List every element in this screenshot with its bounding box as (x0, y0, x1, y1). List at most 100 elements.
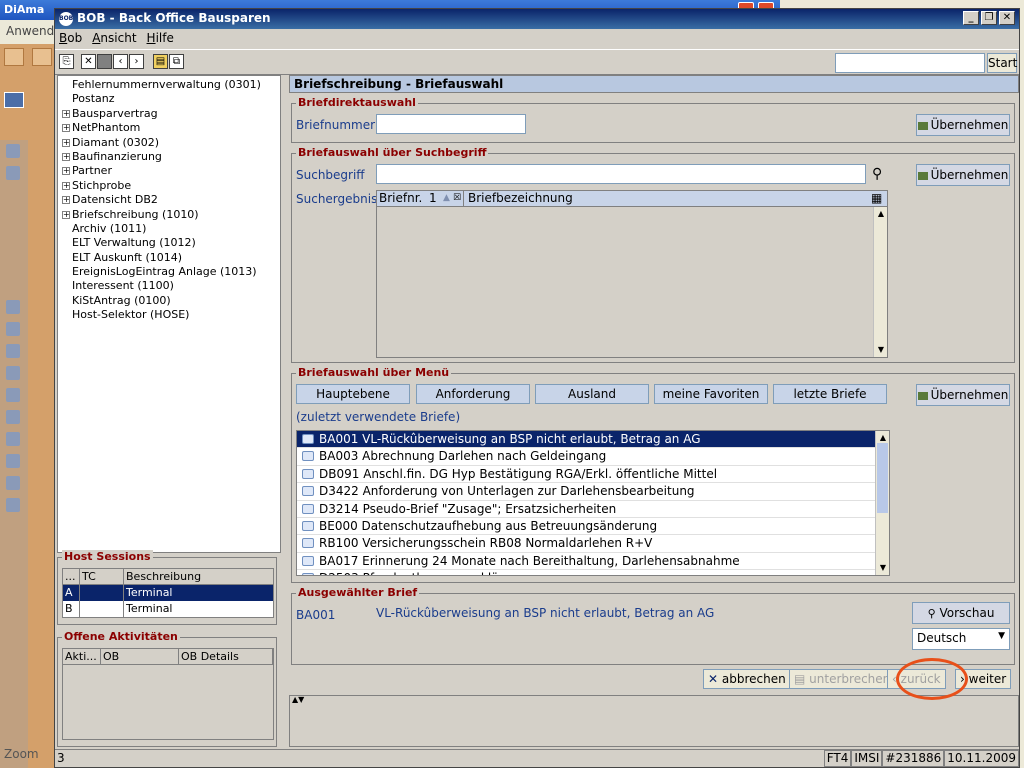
minimize-icon[interactable]: _ (963, 11, 979, 25)
column-header[interactable]: ... (63, 569, 79, 584)
column-header[interactable]: Briefbezeichnung (463, 191, 871, 206)
restore-icon[interactable]: ❐ (981, 11, 997, 25)
tab-favoriten[interactable]: meine Favoriten (654, 384, 768, 404)
back-icon[interactable]: ‹ (113, 54, 128, 69)
menu-hilfe[interactable]: Hilfe (147, 31, 174, 47)
bg-tool-icon[interactable] (6, 388, 20, 402)
expand-icon[interactable]: + (62, 210, 70, 219)
bg-user-icon[interactable] (32, 48, 52, 66)
tab-hauptebene[interactable]: Hauptebene (296, 384, 410, 404)
vorschau-button[interactable]: ⚲ Vorschau (912, 602, 1010, 624)
expand-icon[interactable]: + (62, 152, 70, 161)
unterbrechen-button[interactable]: ▤ unterbrechen (789, 669, 896, 689)
tree-item[interactable]: + Diamant (0302) (62, 136, 276, 150)
bg-tool-icon[interactable] (6, 476, 20, 490)
tree-item[interactable]: Interessent (1100) (62, 279, 276, 293)
uebernehmen-button[interactable]: Übernehmen (916, 384, 1010, 406)
list-item[interactable]: D3214 Pseudo-Brief "Zusage"; Ersatzsiche… (297, 501, 889, 518)
expand-icon[interactable]: + (62, 167, 70, 176)
bg-tool-icon[interactable] (6, 498, 20, 512)
bg-tool-icon[interactable] (6, 454, 20, 468)
bg-tool-icon[interactable] (6, 410, 20, 424)
tree-item[interactable]: + Briefschreibung (1010) (62, 208, 276, 222)
bg-tool-icon[interactable] (6, 322, 20, 336)
list-item[interactable]: D2503 Pfandentlassungserklärung ... (297, 570, 889, 575)
list-item[interactable]: DB091 Anschl.fin. DG Hyp Bestätigung RGA… (297, 466, 889, 484)
bg-window-icon[interactable] (4, 92, 24, 108)
toolbar-search-input[interactable] (835, 53, 985, 73)
notes-icon[interactable]: ▤ (153, 54, 168, 69)
sort-up-icon[interactable]: ▲ (443, 191, 453, 206)
column-header[interactable]: Akti... (63, 649, 101, 664)
tree-item[interactable]: + Bausparvertrag (62, 107, 276, 121)
scroll-up-icon[interactable]: ▲ (878, 433, 888, 443)
tree-item[interactable]: EreignisLogEintrag Anlage (1013) (62, 265, 276, 279)
scroll-down-icon[interactable]: ▼ (876, 345, 886, 355)
language-select[interactable]: Deutsch ▼ (912, 628, 1010, 650)
tree-item[interactable]: + NetPhantom (62, 121, 276, 135)
column-header[interactable]: OB (101, 649, 179, 664)
bg-tool-icon[interactable] (6, 344, 20, 358)
table-row[interactable]: B Terminal (63, 601, 273, 617)
uebernehmen-button[interactable]: Übernehmen (916, 114, 1010, 136)
close-icon[interactable]: ✕ (999, 11, 1015, 25)
scroll-thumb[interactable] (877, 443, 888, 513)
cancel-icon[interactable]: ✕ (81, 54, 96, 69)
scrollbar[interactable]: ▲ ▼ (873, 207, 887, 357)
list-item[interactable]: D3422 Anforderung von Unterlagen zur Dar… (297, 483, 889, 501)
suchbegriff-input[interactable] (376, 164, 866, 184)
tree-item[interactable]: + Partner (62, 164, 276, 178)
menu-ansicht[interactable]: Ansicht (92, 31, 136, 47)
bg-tool-icon[interactable] (6, 166, 20, 180)
list-item[interactable]: BA017 Erinnerung 24 Monate nach Bereitha… (297, 553, 889, 571)
tree-item[interactable]: + Baufinanzierung (62, 150, 276, 164)
bg-tool-icon[interactable] (6, 366, 20, 380)
bg-tool-icon[interactable] (6, 432, 20, 446)
background-menu[interactable]: Anwendu (0, 20, 62, 44)
scroll-up-icon[interactable]: ▲ (876, 209, 886, 219)
column-header[interactable]: OB Details (179, 649, 273, 664)
expand-icon[interactable]: + (62, 181, 70, 190)
tree-item[interactable]: Archiv (1011) (62, 222, 276, 236)
tree-item[interactable]: + Stichprobe (62, 179, 276, 193)
table-row[interactable]: A Terminal (63, 585, 273, 601)
expand-icon[interactable]: + (62, 138, 70, 147)
scrollbar[interactable]: ▲ ▼ (875, 431, 889, 575)
column-chooser-icon[interactable]: ▦ (871, 191, 887, 206)
tree-item[interactable]: ELT Verwaltung (1012) (62, 236, 276, 250)
bg-tool-icon[interactable] (6, 300, 20, 314)
tree-item[interactable]: Fehlernummernverwaltung (0301) (62, 78, 276, 92)
open-icon[interactable]: ⎘ (59, 54, 74, 69)
windows-icon[interactable]: ⧉ (169, 54, 184, 69)
expand-icon[interactable]: + (62, 109, 70, 118)
forward-icon[interactable]: › (129, 54, 144, 69)
collapse-icon[interactable]: ▲▼ (292, 695, 304, 704)
list-item[interactable]: BA001 VL-Rückûberweisung an BSP nicht er… (297, 431, 889, 449)
start-button[interactable]: Start (987, 53, 1017, 73)
column-header[interactable]: Briefnr. (377, 191, 429, 206)
list-item[interactable]: RB100 Versicherungsschein RB08 Normaldar… (297, 535, 889, 553)
tree-item[interactable]: KiStAntrag (0100) (62, 294, 276, 308)
abbrechen-button[interactable]: ✕ abbrechen (703, 669, 791, 689)
tree-item[interactable]: ELT Auskunft (1014) (62, 251, 276, 265)
tree-item[interactable]: Host-Selektor (HOSE) (62, 308, 276, 322)
column-header[interactable]: TC (79, 569, 123, 584)
bg-tool-icon[interactable] (4, 48, 24, 66)
scroll-down-icon[interactable]: ▼ (878, 563, 888, 573)
tab-ausland[interactable]: Ausland (535, 384, 649, 404)
list-item[interactable]: BE000 Datenschutzaufhebung aus Betreuung… (297, 518, 889, 536)
tree-item[interactable]: + Datensicht DB2 (62, 193, 276, 207)
uebernehmen-button[interactable]: Übernehmen (916, 164, 1010, 186)
expand-icon[interactable]: + (62, 124, 70, 133)
stop-icon[interactable] (97, 54, 112, 69)
binoculars-icon[interactable]: ⚲ (872, 166, 882, 182)
briefnummer-input[interactable] (376, 114, 526, 134)
menu-bob[interactable]: Bob (59, 31, 82, 47)
expand-icon[interactable]: + (62, 196, 70, 205)
tab-letzte-briefe[interactable]: letzte Briefe (773, 384, 887, 404)
tree-item[interactable]: Postanz (62, 92, 276, 106)
column-header[interactable]: Beschreibung (123, 569, 273, 584)
list-item[interactable]: BA003 Abrechnung Darlehen nach Geldeinga… (297, 448, 889, 466)
bg-tool-icon[interactable] (6, 144, 20, 158)
tab-anforderung[interactable]: Anforderung (416, 384, 530, 404)
